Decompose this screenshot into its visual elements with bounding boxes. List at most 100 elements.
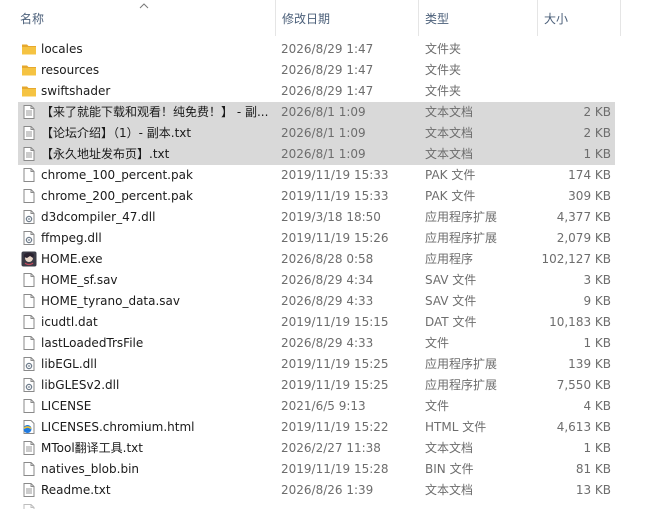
file-type: SAV 文件	[425, 273, 477, 287]
file-row[interactable]: 【永久地址发布页】.txt 2026/8/1 1:09 文本文档 1 KB	[18, 144, 615, 165]
file-row[interactable]: Readme.txt 2026/8/26 1:39 文本文档 13 KB	[18, 480, 615, 501]
file-row[interactable]: resources 2026/8/29 1:47 文件夹	[18, 60, 615, 81]
folder-icon	[21, 83, 37, 99]
file-icon	[21, 167, 37, 183]
file-icon	[21, 272, 37, 288]
file-row[interactable]: d3dcompiler_47.dll 2019/3/18 18:50 应用程序扩展 4…	[18, 207, 615, 228]
file-icon	[21, 398, 37, 414]
file-row[interactable]: libEGL.dll 2019/11/19 15:25 应用程序扩展 139 KB	[18, 354, 615, 375]
file-type: 应用程序扩展	[425, 378, 498, 392]
file-name: LICENSES.chromium.html	[41, 420, 195, 434]
file-name: icudtl.dat	[41, 315, 98, 329]
file-row[interactable]: MTool翻译工具.txt 2026/2/27 11:38 文本文档 1 KB	[18, 438, 615, 459]
sort-ascending-icon[interactable]	[138, 2, 150, 10]
file-name: locales	[41, 42, 83, 56]
file-row[interactable]: ffmpeg.dll 2019/11/19 15:26 应用程序扩展 2,079 KB	[18, 228, 615, 249]
file-type: 文件	[425, 399, 450, 413]
file-name: natives_blob.bin	[41, 462, 140, 476]
text-file-icon	[21, 125, 37, 141]
file-size: 1 KB	[583, 147, 611, 161]
file-type: 文本文档	[425, 126, 474, 140]
file-modified-date: 2019/11/19 15:25	[281, 357, 389, 371]
column-header-type[interactable]: 类型	[418, 0, 537, 36]
file-type: SAV 文件	[425, 294, 477, 308]
file-row[interactable]: icudtl.dat 2019/11/19 15:15 DAT 文件 10,183 K…	[18, 312, 615, 333]
file-icon	[21, 293, 37, 309]
file-type: 应用程序扩展	[425, 210, 498, 224]
file-icon	[21, 335, 37, 351]
column-header-bar: 名称 修改日期 类型 大小	[0, 0, 670, 36]
file-row[interactable]: lastLoadedTrsFile 2026/8/29 4:33 文件 1 KB	[18, 333, 615, 354]
file-row[interactable]: swiftshader 2026/8/29 1:47 文件夹	[18, 81, 615, 102]
file-modified-date: 2019/11/19 15:15	[281, 315, 389, 329]
file-name: LICENSE	[41, 399, 92, 413]
file-name: 【论坛介绍】（1）- 副本.txt	[41, 126, 192, 140]
file-modified-date: 2019/11/19 15:33	[281, 189, 389, 203]
app-icon	[21, 251, 37, 267]
file-row[interactable]: LICENSES.chromium.html 2019/11/19 15:22 HT…	[18, 417, 615, 438]
file-type: 文件夹	[425, 84, 462, 98]
file-name: MTool翻译工具.txt	[41, 441, 143, 455]
file-name: libEGL.dll	[41, 357, 97, 371]
file-row[interactable]: HOME_sf.sav 2026/8/29 4:34 SAV 文件 3 KB	[18, 270, 615, 291]
file-modified-date: 2019/11/19 15:25	[281, 378, 389, 392]
file-type: DAT 文件	[425, 315, 477, 329]
file-name: 【永久地址发布页】.txt	[41, 147, 170, 161]
file-row[interactable]: HOME.exe 2026/8/28 0:58 应用程序 102,127 KB	[18, 249, 615, 270]
file-modified-date: 2026/8/29 4:33	[281, 336, 374, 350]
file-modified-date: 2026/8/29 1:47	[281, 84, 374, 98]
html-file-icon	[21, 419, 37, 435]
file-icon	[21, 461, 37, 477]
file-size: 174 KB	[568, 168, 611, 182]
file-row[interactable]: HOME_tyrano_data.sav 2026/8/29 4:33 SAV 文件…	[18, 291, 615, 312]
file-row[interactable]: 【来了就能下载和观看！纯免费！】 - 副... 2026/8/1 1:09 文本文档…	[18, 102, 615, 123]
file-row[interactable]: chrome_100_percent.pak 2019/11/19 15:33 PA…	[18, 165, 615, 186]
file-size: 3 KB	[583, 273, 611, 287]
file-size: 309 KB	[568, 189, 611, 203]
file-size	[538, 60, 611, 81]
dll-icon	[21, 230, 37, 246]
folder-icon	[21, 41, 37, 57]
file-row[interactable]: natives_blob.bin 2019/11/19 15:28 BIN 文件 81…	[18, 459, 615, 480]
file-modified-date: 2026/8/29 1:47	[281, 63, 374, 77]
file-size: 2 KB	[583, 105, 611, 119]
file-type: 文本文档	[425, 147, 474, 161]
file-size: 1 KB	[583, 336, 611, 350]
file-size: 102,127 KB	[541, 252, 611, 266]
file-size: 9 KB	[583, 294, 611, 308]
file-modified-date: 2019/11/19 15:26	[281, 231, 389, 245]
file-type: BIN 文件	[425, 462, 474, 476]
file-row-partial[interactable]	[18, 501, 615, 509]
file-icon	[21, 503, 37, 509]
file-row[interactable]: LICENSE 2021/6/5 9:13 文件 4 KB	[18, 396, 615, 417]
text-file-icon	[21, 146, 37, 162]
file-modified-date: 2019/3/18 18:50	[281, 210, 381, 224]
file-type: 文件夹	[425, 63, 462, 77]
text-file-icon	[21, 104, 37, 120]
file-modified-date: 2026/8/28 0:58	[281, 252, 374, 266]
column-header-size[interactable]: 大小	[537, 0, 620, 36]
file-size: 4 KB	[583, 399, 611, 413]
file-modified-date: 2021/6/5 9:13	[281, 399, 366, 413]
file-row[interactable]: 【论坛介绍】（1）- 副本.txt 2026/8/1 1:09 文本文档 2 KB	[18, 123, 615, 144]
file-row[interactable]: chrome_200_percent.pak 2019/11/19 15:33 PA…	[18, 186, 615, 207]
file-modified-date: 2026/8/29 4:33	[281, 294, 374, 308]
file-type: 应用程序扩展	[425, 231, 498, 245]
file-size	[538, 81, 611, 102]
column-header-date[interactable]: 修改日期	[275, 0, 418, 36]
file-row[interactable]: locales 2026/8/29 1:47 文件夹	[18, 39, 615, 60]
file-modified-date: 2026/2/27 11:38	[281, 441, 381, 455]
file-row[interactable]: libGLESv2.dll 2019/11/19 15:25 应用程序扩展 7,550…	[18, 375, 615, 396]
file-name: chrome_200_percent.pak	[41, 189, 193, 203]
file-size: 139 KB	[568, 357, 611, 371]
file-list[interactable]: locales 2026/8/29 1:47 文件夹 resources 2026/8/…	[0, 38, 670, 509]
file-name: libGLESv2.dll	[41, 378, 120, 392]
file-name: 【来了就能下载和观看！纯免费！】 - 副...	[41, 105, 269, 119]
file-modified-date: 2026/8/29 4:34	[281, 273, 374, 287]
file-size: 13 KB	[575, 483, 611, 497]
file-modified-date: 2019/11/19 15:22	[281, 420, 389, 434]
file-modified-date: 2026/8/1 1:09	[281, 126, 366, 140]
file-size: 10,183 KB	[549, 315, 611, 329]
file-size: 4,613 KB	[556, 420, 611, 434]
file-name: ffmpeg.dll	[41, 231, 102, 245]
